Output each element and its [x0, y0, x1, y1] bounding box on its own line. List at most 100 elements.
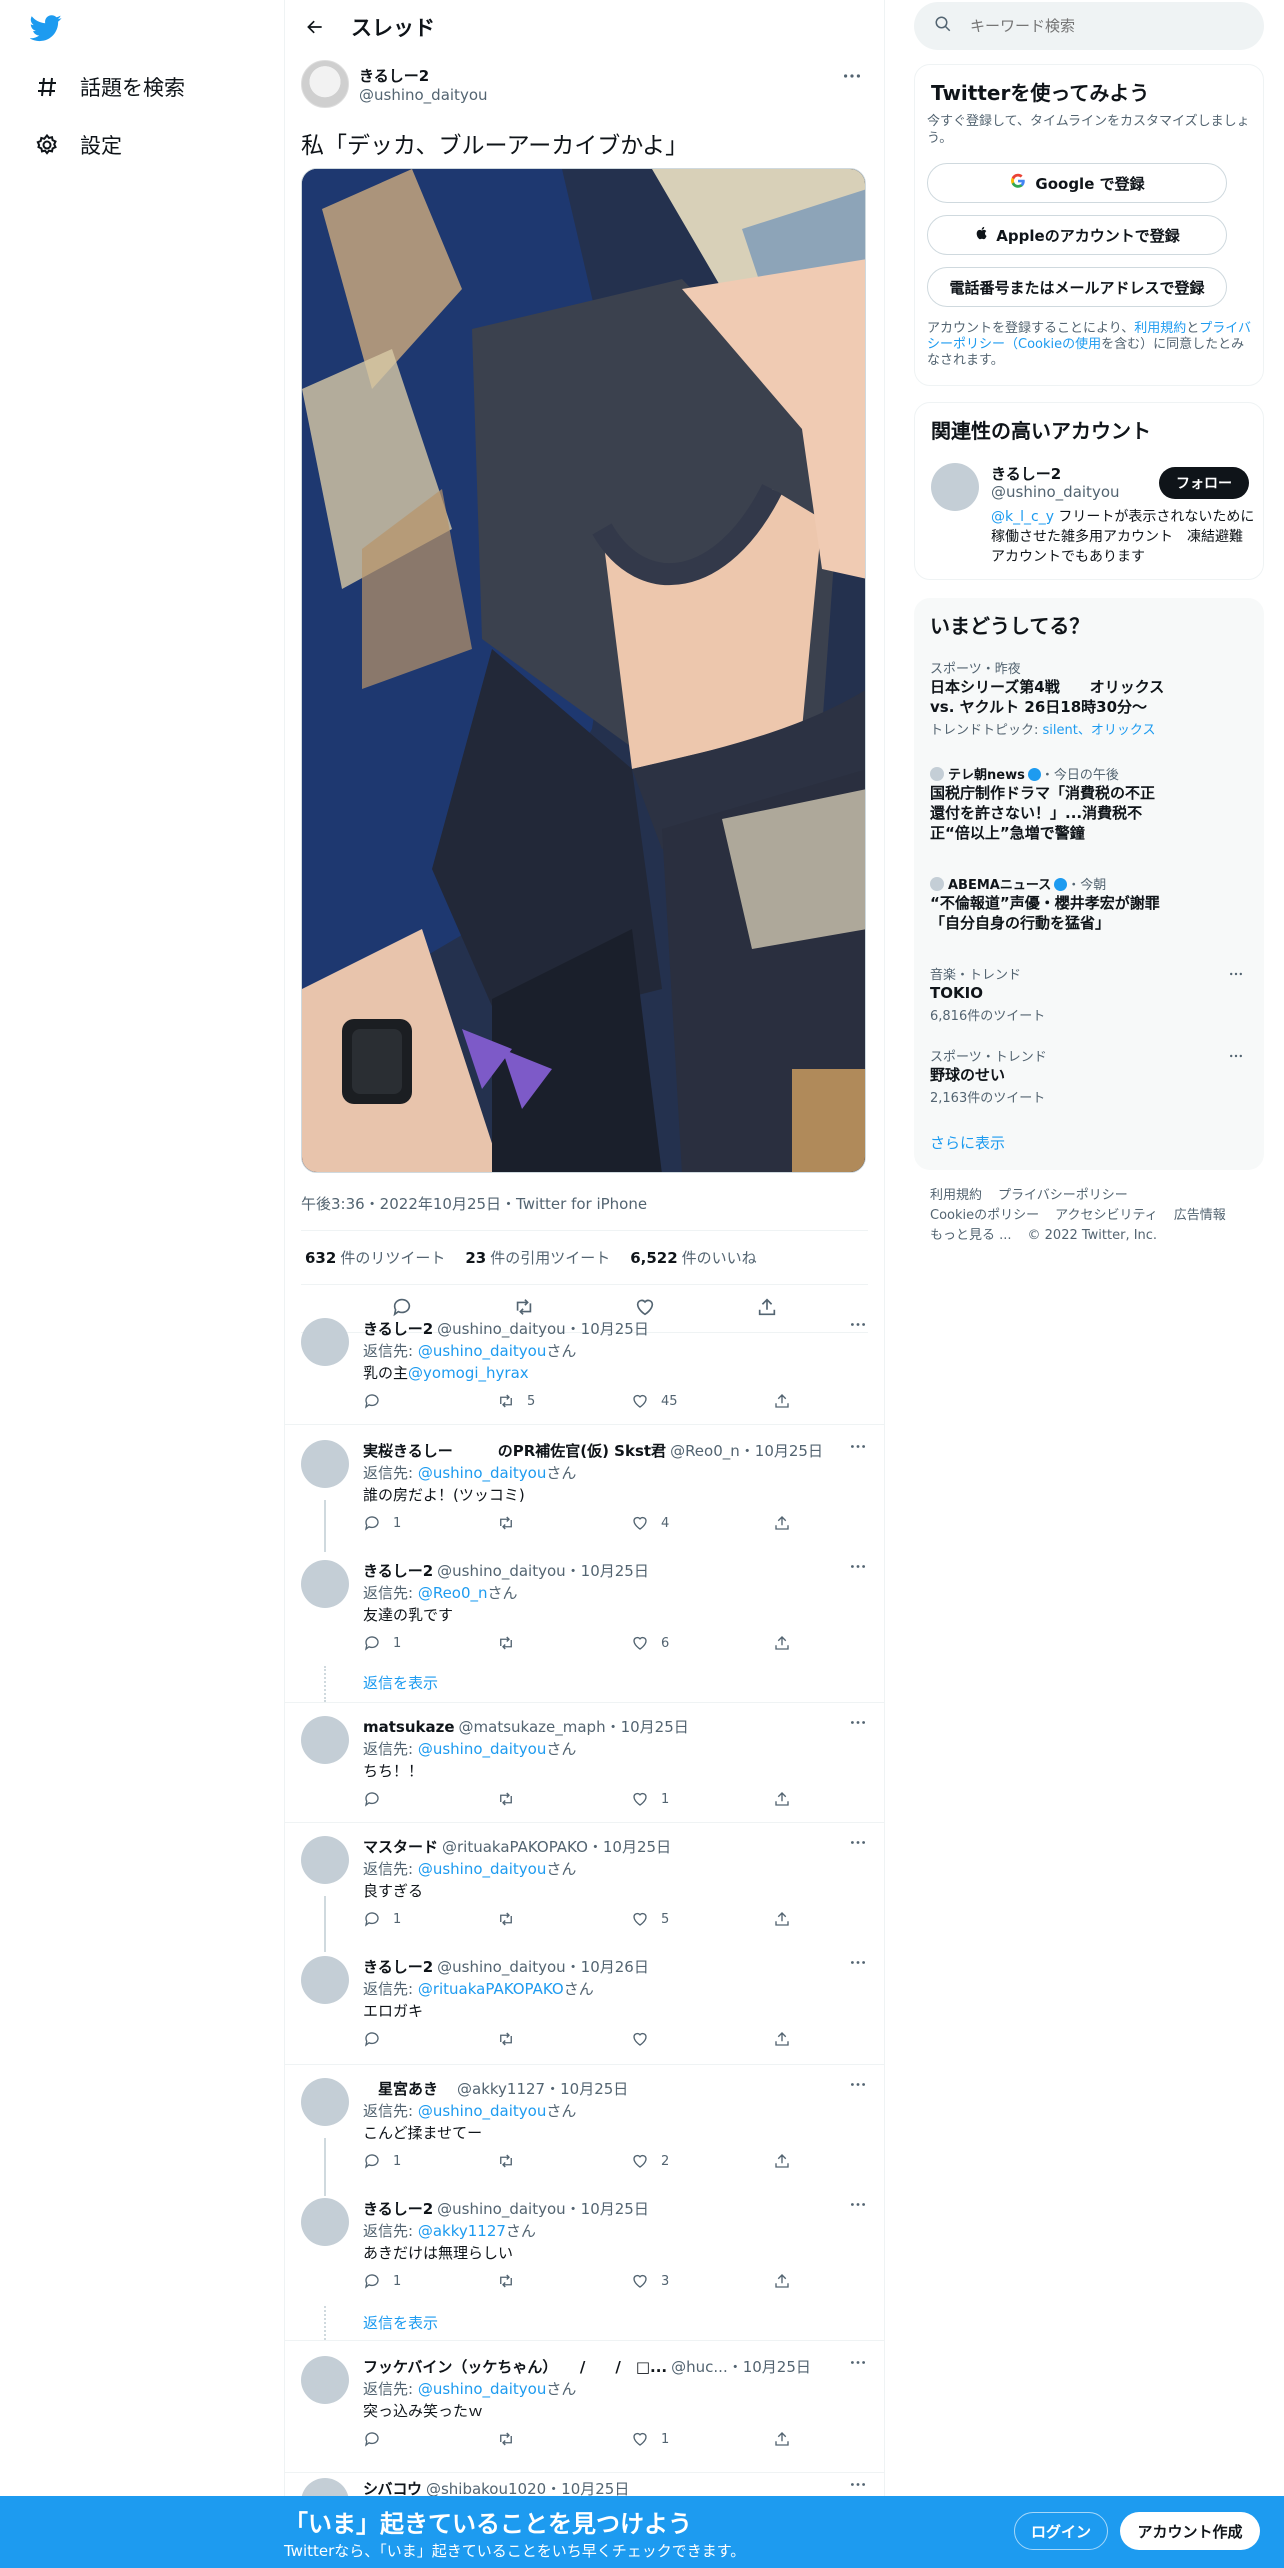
author-handle[interactable]: @ushino_daityou — [359, 86, 488, 104]
reply-action[interactable] — [363, 1790, 393, 1808]
show-replies-link[interactable]: 返信を表示 — [363, 1672, 438, 1693]
like-action[interactable]: 3 — [631, 2272, 669, 2290]
show-replies-link[interactable]: 返信を表示 — [363, 2312, 438, 2333]
reply-date[interactable]: ・10月25日 — [566, 1320, 649, 1338]
reply-date[interactable]: ・10月25日 — [740, 1442, 823, 1460]
like-count[interactable]: 6,522 件のいいね — [630, 1247, 756, 1268]
more-icon[interactable] — [846, 1556, 870, 1576]
share-action[interactable] — [773, 1910, 803, 1928]
reply-author-handle[interactable]: @ushino_daityou — [437, 1958, 566, 1976]
retweet-action[interactable] — [497, 1514, 527, 1532]
signup-button[interactable]: アカウント作成 — [1120, 2512, 1260, 2550]
share-action[interactable] — [773, 2430, 803, 2448]
like-action[interactable]: 6 — [631, 1634, 669, 1652]
reply-date[interactable]: ・10月25日 — [728, 2358, 811, 2376]
login-button[interactable]: ログイン — [1014, 2512, 1108, 2550]
reply-to-link[interactable]: @akky1127 — [418, 2222, 506, 2240]
more-icon[interactable] — [846, 1952, 870, 1972]
avatar[interactable] — [301, 2198, 349, 2246]
share-action[interactable] — [773, 2272, 803, 2290]
reply-to-link[interactable]: @ushino_daityou — [418, 1740, 547, 1758]
nav-explore[interactable]: 話題を検索 — [34, 67, 185, 107]
reply-author-handle[interactable]: @huc... — [671, 2358, 728, 2376]
footer-cookie-link[interactable]: Cookieのポリシー — [930, 1208, 1039, 1223]
more-icon[interactable] — [846, 1712, 870, 1732]
reply-date[interactable]: ・10月26日 — [566, 1958, 649, 1976]
trend-item[interactable]: スポーツ・昨夜 日本シリーズ第4戦 オリックス vs. ヤクルト 26日18時3… — [930, 658, 1248, 738]
reply-action[interactable]: 1 — [363, 2152, 401, 2170]
retweet-action[interactable]: 5 — [497, 1392, 535, 1410]
like-action[interactable]: 1 — [631, 2430, 669, 2448]
apple-signup-button[interactable]: Appleのアカウントで登録 — [927, 215, 1227, 255]
reply-to-link[interactable]: @Reo0_n — [418, 1584, 488, 1602]
more-icon[interactable] — [846, 1832, 870, 1852]
more-icon[interactable] — [1224, 1046, 1248, 1066]
retweet-action[interactable] — [497, 1910, 527, 1928]
reply-author-handle[interactable]: @ushino_daityou — [437, 2200, 566, 2218]
avatar[interactable] — [301, 1560, 349, 1608]
phone-email-signup-button[interactable]: 電話番号またはメールアドレスで登録 — [927, 267, 1227, 307]
more-icon[interactable] — [846, 1314, 870, 1334]
reply-author-name[interactable]: きるしー2 — [363, 1320, 433, 1338]
share-action[interactable] — [773, 2030, 803, 2048]
related-handle[interactable]: @ushino_daityou — [991, 483, 1120, 501]
like-action[interactable]: 2 — [631, 2152, 669, 2170]
reply-action[interactable]: 1 — [363, 1634, 401, 1652]
reply-to-link[interactable]: @ushino_daityou — [418, 1342, 547, 1360]
avatar[interactable] — [301, 1440, 349, 1488]
reply-to-link[interactable]: @ushino_daityou — [418, 2380, 547, 2398]
like-action[interactable]: 5 — [631, 1910, 669, 1928]
terms-link[interactable]: 利用規約 — [1134, 321, 1186, 336]
reply-author-name[interactable]: きるしー2 — [363, 1958, 433, 1976]
google-signup-button[interactable]: Google で登録 — [927, 163, 1227, 203]
trend-item[interactable]: 音楽・トレンド TOKIO 6,816件のツイート — [930, 964, 1248, 1024]
search-box[interactable] — [914, 2, 1264, 50]
back-arrow-icon[interactable] — [301, 13, 329, 41]
avatar[interactable] — [301, 1318, 349, 1366]
retweet-action[interactable] — [497, 2030, 527, 2048]
share-action[interactable] — [773, 1634, 803, 1652]
avatar[interactable] — [301, 1716, 349, 1764]
avatar[interactable] — [301, 2356, 349, 2404]
like-action[interactable] — [631, 2030, 661, 2048]
more-icon[interactable] — [846, 2474, 870, 2494]
cookie-link[interactable]: （Cookieの使用 — [1005, 337, 1101, 352]
reply-author-name[interactable]: きるしー2 — [363, 2200, 433, 2218]
share-action[interactable] — [773, 2152, 803, 2170]
search-input[interactable] — [970, 17, 1240, 35]
twitter-logo-icon[interactable] — [29, 12, 66, 48]
reply-author-handle[interactable]: @matsukaze_maph — [459, 1718, 606, 1736]
retweet-count[interactable]: 632 件のリツイート — [305, 1247, 445, 1268]
reply-date[interactable]: ・10月25日 — [566, 2200, 649, 2218]
mention-link[interactable]: @yomogi_hyrax — [408, 1364, 529, 1382]
avatar[interactable] — [301, 1956, 349, 2004]
reply-author-name[interactable]: 実桜きるしー のPR補佐官(仮) Skst君 — [363, 1442, 666, 1460]
follow-button[interactable]: フォロー — [1159, 467, 1249, 499]
like-action[interactable]: 1 — [631, 1790, 669, 1808]
reply-date[interactable]: ・10月25日 — [545, 2080, 628, 2098]
like-action[interactable]: 4 — [631, 1514, 669, 1532]
like-action[interactable]: 45 — [631, 1392, 678, 1410]
retweet-action[interactable] — [497, 2152, 527, 2170]
reply-author-name[interactable]: きるしー2 — [363, 1562, 433, 1580]
more-icon[interactable] — [846, 2352, 870, 2372]
reply-date[interactable]: ・10月25日 — [606, 1718, 689, 1736]
related-name[interactable]: きるしー2 — [991, 463, 1061, 484]
tweet-photo[interactable] — [301, 168, 866, 1173]
reply-author-handle[interactable]: @ushino_daityou — [437, 1562, 566, 1580]
share-action[interactable] — [773, 1392, 803, 1410]
reply-to-link[interactable]: @rituakaPAKOPAKO — [418, 1980, 564, 1998]
trend-item[interactable]: スポーツ・トレンド 野球のせい 2,163件のツイート — [930, 1046, 1248, 1106]
share-action[interactable] — [773, 1514, 803, 1532]
reply-action[interactable]: 1 — [363, 2272, 401, 2290]
bio-link[interactable]: @k_l_c_y — [991, 509, 1054, 525]
reply-to-link[interactable]: @ushino_daityou — [418, 2102, 547, 2120]
share-action[interactable] — [773, 1790, 803, 1808]
reply-author-handle[interactable]: @Reo0_n — [670, 1442, 740, 1460]
footer-ads-link[interactable]: 広告情報 — [1174, 1208, 1226, 1223]
reply-action[interactable]: 1 — [363, 1910, 401, 1928]
share-icon[interactable] — [756, 1296, 778, 1322]
reply-action[interactable] — [363, 1392, 393, 1410]
reply-author-name[interactable]: 星宮あき — [363, 2080, 453, 2098]
author-name[interactable]: きるしー2 — [359, 65, 488, 86]
